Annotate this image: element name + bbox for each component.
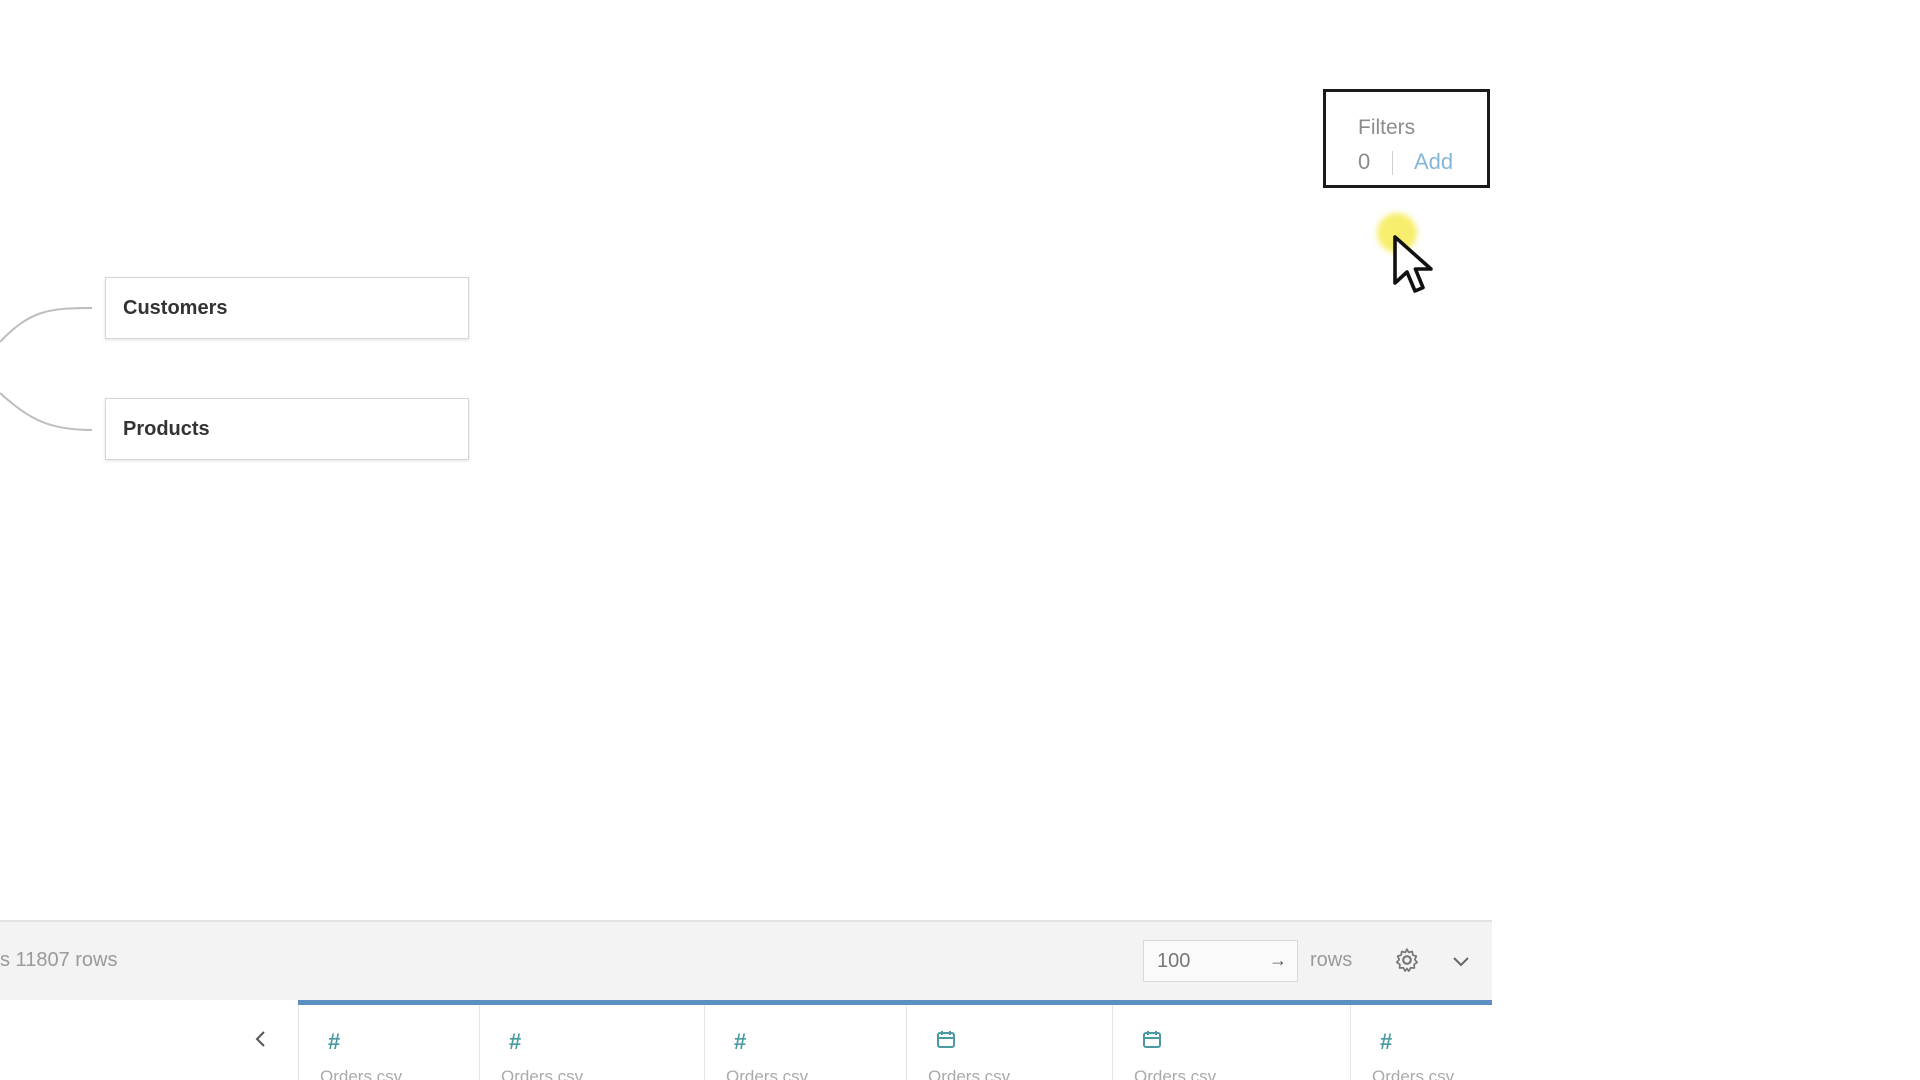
number-icon[interactable]: #: [509, 1029, 521, 1055]
table-node-products[interactable]: Products: [105, 398, 469, 460]
filters-count: 0: [1358, 149, 1371, 174]
number-icon[interactable]: #: [328, 1029, 340, 1055]
number-icon[interactable]: #: [734, 1029, 746, 1055]
column-source-label: Orders.csv: [928, 1067, 1011, 1080]
chevron-down-icon[interactable]: [1450, 950, 1472, 972]
data-grid-toolbar: s 11807 rows 100 → rows: [0, 920, 1492, 1000]
data-grid-header: # Orders.csv # Orders.csv # Orders.csv Orders.…: [0, 1000, 1492, 1080]
gear-icon[interactable]: [1394, 947, 1420, 973]
grid-column-header[interactable]: Orders.csv: [1112, 1005, 1350, 1080]
rows-limit-input[interactable]: 100 →: [1143, 940, 1298, 982]
arrow-right-icon[interactable]: →: [1269, 950, 1287, 971]
column-source-label: Orders.csv: [501, 1067, 584, 1080]
rows-label: rows: [1310, 949, 1353, 971]
grid-column-header[interactable]: # Orders.csv: [479, 1005, 704, 1080]
grid-column-header[interactable]: # Orders.csv: [298, 1005, 479, 1080]
column-source-label: Orders.csv: [1134, 1067, 1217, 1080]
table-node-customers[interactable]: Customers: [105, 277, 469, 339]
column-source-label: Orders.csv: [1372, 1067, 1455, 1080]
rows-limit-value: 100: [1157, 950, 1191, 972]
grid-column-header[interactable]: # Orders.csv: [704, 1005, 906, 1080]
mouse-pointer-icon: [1393, 235, 1433, 293]
filters-divider: [1392, 151, 1393, 175]
add-filter-link[interactable]: Add: [1414, 149, 1453, 175]
row-count-text: s 11807 rows: [0, 949, 118, 971]
filters-panel[interactable]: Filters 0 Add: [1323, 89, 1490, 188]
table-node-label: Customers: [123, 296, 228, 319]
grid-column-header[interactable]: # Orders.csv: [1350, 1005, 1492, 1080]
date-icon[interactable]: [1142, 1029, 1162, 1049]
join-connector-lines: [0, 307, 93, 431]
number-icon[interactable]: #: [1380, 1029, 1392, 1055]
date-icon[interactable]: [936, 1029, 956, 1049]
column-source-label: Orders.csv: [726, 1067, 809, 1080]
table-node-label: Products: [123, 417, 210, 440]
column-source-label: Orders.csv: [320, 1067, 403, 1080]
filters-title: Filters: [1358, 116, 1416, 139]
chevron-left-icon[interactable]: [250, 1028, 272, 1050]
grid-column-header[interactable]: Orders.csv: [906, 1005, 1112, 1080]
